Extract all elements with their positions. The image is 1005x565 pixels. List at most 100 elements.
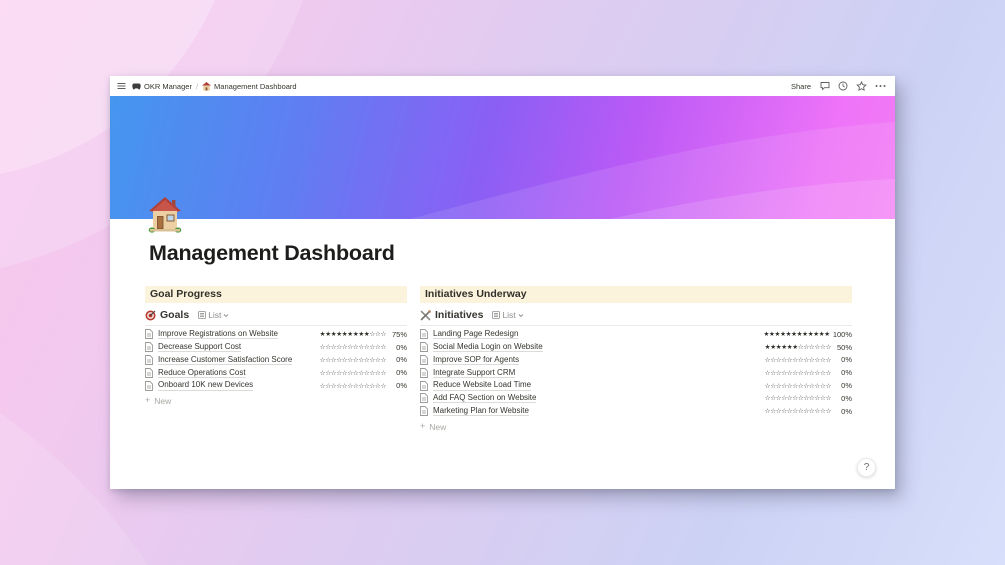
plus-icon: + [420,421,426,432]
collection-name: Initiatives [435,309,484,321]
target-icon [145,310,156,320]
divider [420,325,852,326]
star-rating: ☆☆☆☆☆☆☆☆☆☆☆☆ [319,368,387,377]
more-icon[interactable] [875,84,886,88]
help-button[interactable]: ? [857,458,876,477]
section-header-initiatives-underway: Initiatives Underway [420,286,852,303]
item-title: Decrease Support Cost [158,342,242,353]
star-rating: ☆☆☆☆☆☆☆☆☆☆☆☆ [764,407,832,416]
item-title: Increase Customer Satisfaction Score [158,354,293,366]
progress-percent: 0% [396,368,407,378]
item-title: Improve Registrations on Website [158,329,278,340]
list-view-icon [198,311,207,319]
item-title: Onboard 10K new Devices [158,380,254,391]
item-title: Improve SOP for Agents [433,354,520,366]
tools-icon [420,309,431,320]
collection-name: Goals [160,309,190,321]
app-window: OKR Manager / Management Dashboard Share [110,76,895,489]
hamburger-icon[interactable] [117,82,126,90]
list-item[interactable]: Increase Customer Satisfaction Score ☆☆☆… [145,354,407,367]
list-item[interactable]: Reduce Operations Cost ☆☆☆☆☆☆☆☆☆☆☆☆ 0% [145,366,407,379]
star-rating: ☆☆☆☆☆☆☆☆☆☆☆☆ [319,355,387,364]
page-icon [420,367,428,378]
desktop-background: OKR Manager / Management Dashboard Share [0,0,1005,565]
new-item-button[interactable]: + New [145,395,407,407]
star-rating: ☆☆☆☆☆☆☆☆☆☆☆☆ [764,368,832,377]
initiatives-column: Initiatives Underway Initiatives List La… [420,286,852,433]
chevron-down-icon [518,313,523,317]
gamepad-icon [132,83,141,89]
list-item[interactable]: Landing Page Redesign ★★★★★★★★★★★★ 100% [420,328,852,341]
collection-link-goals[interactable]: Goals [145,309,189,321]
breadcrumb-workspace[interactable]: OKR Manager [132,82,192,91]
new-label: New [429,421,447,432]
goals-list: Improve Registrations on Website ★★★★★★★… [145,328,407,392]
star-rating: ☆☆☆☆☆☆☆☆☆☆☆☆ [764,381,832,390]
page-icon [145,342,153,353]
progress-percent: 75% [391,329,407,339]
page-cover [110,96,895,219]
breadcrumb-label: Management Dashboard [214,81,297,91]
star-rating: ☆☆☆☆☆☆☆☆☆☆☆☆ [319,381,387,390]
page-icon [145,329,153,340]
progress-percent: 0% [396,342,407,352]
item-title: Reduce Website Load Time [433,380,532,391]
progress-percent: 0% [841,355,852,365]
item-title: Landing Page Redesign [433,329,519,340]
page-icon [420,380,428,391]
house-icon[interactable] [148,197,182,233]
list-item[interactable]: Improve Registrations on Website ★★★★★★★… [145,328,407,341]
collection-bar: Initiatives List [420,309,852,321]
page-icon [145,367,153,378]
goals-column: Goal Progress Goals List Improve Registr… [145,286,407,433]
comment-icon[interactable] [820,81,830,91]
progress-percent: 0% [841,406,852,416]
page-icon [145,355,153,365]
page-icon [420,355,428,365]
house-icon [202,81,212,91]
view-tab-list[interactable]: List [198,310,229,320]
progress-percent: 0% [841,381,852,391]
star-rating: ★★★★★★★★★☆☆☆ [319,330,387,339]
list-item[interactable]: Decrease Support Cost ☆☆☆☆☆☆☆☆☆☆☆☆ 0% [145,341,407,354]
breadcrumb-page[interactable]: Management Dashboard [202,81,297,91]
new-item-button[interactable]: + New [420,421,852,433]
progress-percent: 0% [396,381,407,391]
view-tab-list[interactable]: List [492,310,523,320]
breadcrumb-label: OKR Manager [144,81,192,91]
item-title: Reduce Operations Cost [158,367,246,378]
progress-percent: 0% [396,355,407,365]
page-icon [145,380,153,391]
list-item[interactable]: Improve SOP for Agents ☆☆☆☆☆☆☆☆☆☆☆☆ 0% [420,354,852,367]
progress-percent: 50% [836,342,852,352]
star-rating: ☆☆☆☆☆☆☆☆☆☆☆☆ [764,394,832,403]
star-rating: ★★★★★★★★★★★★ [763,330,830,339]
page-title: Management Dashboard [149,241,395,265]
star-icon[interactable] [856,80,867,92]
star-rating: ☆☆☆☆☆☆☆☆☆☆☆☆ [764,355,832,364]
item-title: Social Media Login on Website [433,342,543,353]
list-item[interactable]: Reduce Website Load Time ☆☆☆☆☆☆☆☆☆☆☆☆ 0% [420,379,852,392]
list-item[interactable]: Add FAQ Section on Website ☆☆☆☆☆☆☆☆☆☆☆☆ … [420,392,852,405]
topbar: OKR Manager / Management Dashboard Share [110,76,895,96]
collection-link-initiatives[interactable]: Initiatives [420,309,483,321]
list-item[interactable]: Social Media Login on Website ★★★★★★☆☆☆☆… [420,341,852,354]
page-icon [420,329,428,340]
clock-icon[interactable] [838,81,848,91]
list-item[interactable]: Onboard 10K new Devices ☆☆☆☆☆☆☆☆☆☆☆☆ 0% [145,379,407,392]
star-rating: ☆☆☆☆☆☆☆☆☆☆☆☆ [319,343,387,352]
page-icon [420,342,428,353]
progress-percent: 0% [841,368,852,378]
list-item[interactable]: Marketing Plan for Website ☆☆☆☆☆☆☆☆☆☆☆☆ … [420,405,852,418]
chevron-down-icon [224,313,229,317]
list-view-icon [492,311,501,319]
page-icon [420,393,428,404]
progress-percent: 100% [832,329,852,339]
plus-icon: + [145,395,151,406]
list-item[interactable]: Integrate Support CRM ☆☆☆☆☆☆☆☆☆☆☆☆ 0% [420,366,852,379]
item-title: Add FAQ Section on Website [433,393,537,404]
share-button[interactable]: Share [791,82,811,91]
content-columns: Goal Progress Goals List Improve Registr… [145,286,852,433]
collection-bar: Goals List [145,309,407,321]
view-tab-label: List [502,310,516,320]
